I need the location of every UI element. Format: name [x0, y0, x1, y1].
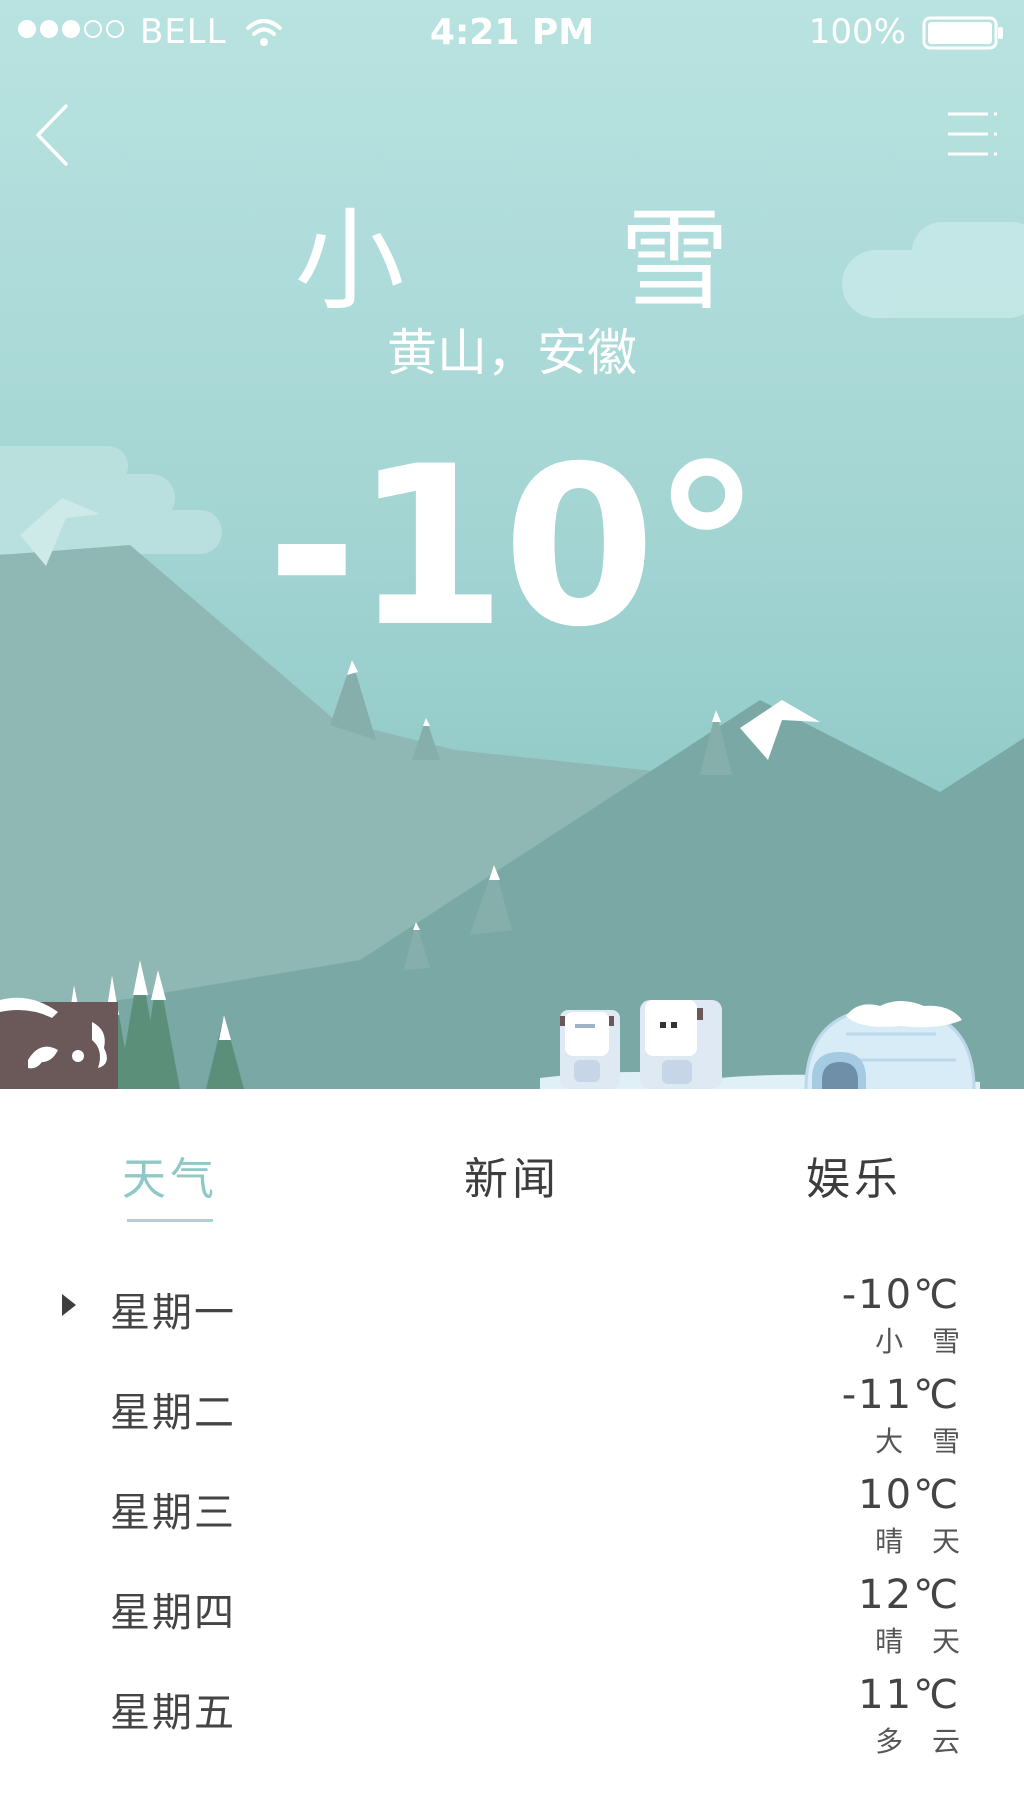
- yeti-left: [560, 1010, 620, 1089]
- menu-button[interactable]: [944, 108, 1000, 160]
- current-location: 黄山，安徽: [387, 324, 637, 382]
- weather-hero: BELL 4:21 PM 100% 小 雪 黄山，安徽 -10°: [0, 0, 1024, 1089]
- forecast-day: 星期四: [110, 1590, 236, 1636]
- forecast-condition: 多 云: [875, 1725, 970, 1758]
- battery-percentage: 100%: [808, 12, 906, 52]
- forecast-row-friday[interactable]: 星期五 11℃ 多 云: [0, 1656, 1024, 1758]
- weather-app: BELL 4:21 PM 100% 小 雪 黄山，安徽 -10° 天气 新闻 娱…: [0, 0, 1024, 1817]
- forecast-day: 星期二: [110, 1390, 236, 1436]
- active-tab-indicator: [127, 1219, 213, 1222]
- forecast-day: 星期一: [110, 1290, 236, 1336]
- yeti-right: [640, 1000, 722, 1089]
- back-button[interactable]: [28, 98, 84, 172]
- battery-icon: [922, 16, 1003, 50]
- forecast-condition: 晴 天: [875, 1625, 970, 1658]
- menu-icon: [948, 112, 997, 156]
- forecast-condition: 小 雪: [875, 1325, 970, 1358]
- tab-news[interactable]: 新闻: [412, 1143, 612, 1207]
- forecast-row-tuesday[interactable]: 星期二 -11℃ 大 雪: [0, 1356, 1024, 1458]
- snowy-rock: [0, 997, 118, 1089]
- forecast-row-monday[interactable]: 星期一 -10℃ 小 雪: [0, 1256, 1024, 1358]
- forecast-temperature: -11℃: [841, 1372, 960, 1418]
- forecast-condition: 大 雪: [875, 1425, 970, 1458]
- status-bar: BELL 4:21 PM 100%: [0, 0, 1024, 64]
- tab-bar: 天气 新闻 娱乐: [0, 1089, 1024, 1229]
- tab-weather[interactable]: 天气: [70, 1143, 270, 1207]
- forecast-temperature: 11℃: [858, 1672, 960, 1718]
- forecast-condition: 晴 天: [875, 1525, 970, 1558]
- forecast-row-wednesday[interactable]: 星期三 10℃ 晴 天: [0, 1456, 1024, 1558]
- tab-entertainment[interactable]: 娱乐: [754, 1143, 954, 1207]
- current-temperature: -10°: [266, 419, 761, 675]
- forecast-temperature: 12℃: [858, 1572, 960, 1618]
- forecast-temperature: 10℃: [858, 1472, 960, 1518]
- selected-arrow-icon: [62, 1294, 76, 1316]
- forecast-list: 星期一 -10℃ 小 雪 星期二 -11℃ 大 雪 星期三 10℃ 晴 天 星期…: [0, 1256, 1024, 1776]
- current-condition: 小 雪: [294, 197, 820, 325]
- forecast-day: 星期三: [110, 1490, 236, 1536]
- forecast-day: 星期五: [110, 1690, 236, 1736]
- forecast-row-thursday[interactable]: 星期四 12℃ 晴 天: [0, 1556, 1024, 1658]
- chevron-left-icon: [36, 104, 68, 166]
- forecast-temperature: -10℃: [841, 1272, 960, 1318]
